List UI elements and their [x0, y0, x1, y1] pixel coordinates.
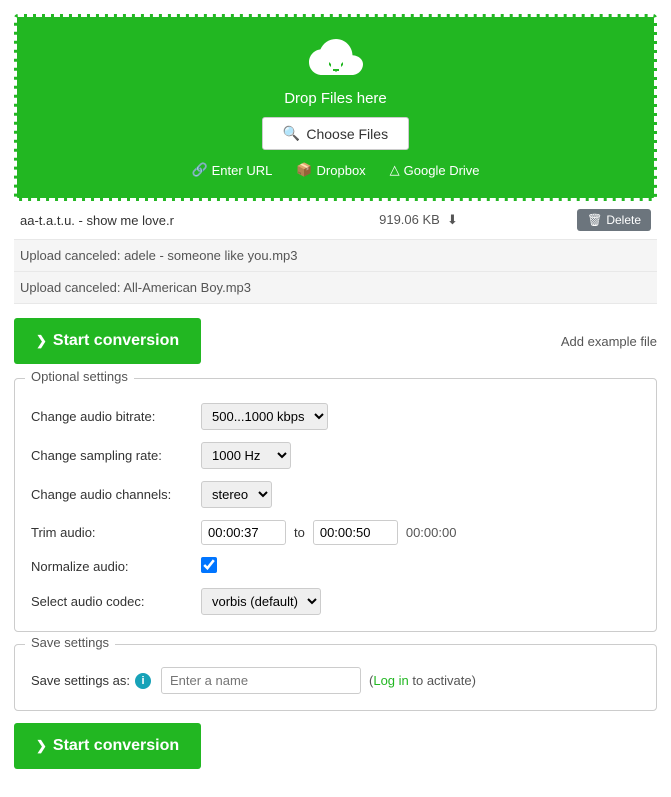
codec-select[interactable]: vorbis (default) mp3 aac flac: [201, 588, 321, 615]
optional-settings-legend: Optional settings: [25, 369, 134, 384]
save-settings-section: Save settings Save settings as: i (Log i…: [14, 644, 657, 711]
login-activate-text: (Log in to activate): [369, 673, 476, 688]
cloud-upload-icon: [37, 37, 634, 84]
delete-label: Delete: [606, 213, 641, 227]
bitrate-label: Change audio bitrate:: [31, 409, 201, 424]
bitrate-select[interactable]: 500...1000 kbps 128 kbps 256 kbps 320 kb…: [201, 403, 328, 430]
file-list: aa-t.a.t.u. - show me love.r 919.06 KB ⬇…: [14, 201, 657, 304]
google-drive-link[interactable]: △ Google Drive: [390, 162, 480, 178]
trim-to-label: to: [294, 525, 305, 540]
normalize-control[interactable]: [201, 557, 217, 576]
google-drive-icon: △: [390, 162, 400, 178]
trim-control: to 00:00:00: [201, 520, 456, 545]
channels-row: Change audio channels: stereo mono: [31, 481, 640, 508]
start-conversion-label: Start conversion: [53, 332, 179, 350]
save-settings-label: Save settings as: i: [31, 673, 161, 689]
login-link[interactable]: Log in: [373, 673, 408, 688]
sampling-select[interactable]: 1000 Hz 22050 Hz 44100 Hz 48000 Hz: [201, 442, 291, 469]
bitrate-row: Change audio bitrate: 500...1000 kbps 12…: [31, 403, 640, 430]
channels-label: Change audio channels:: [31, 487, 201, 502]
link-icon: 🔗: [191, 162, 207, 178]
drop-links: 🔗 Enter URL 📦 Dropbox △ Google Drive: [37, 162, 634, 178]
google-drive-label: Google Drive: [404, 163, 480, 178]
normalize-row: Normalize audio:: [31, 557, 640, 576]
search-icon: 🔍: [283, 125, 300, 142]
codec-control[interactable]: vorbis (default) mp3 aac flac: [201, 588, 321, 615]
dropbox-label: Dropbox: [317, 163, 366, 178]
bitrate-control[interactable]: 500...1000 kbps 128 kbps 256 kbps 320 kb…: [201, 403, 328, 430]
trash-icon: 🗑: [587, 213, 602, 227]
chevron-right-icon: ❯: [36, 333, 47, 349]
save-label-text: Save settings as:: [31, 673, 130, 688]
bottom-bar: ❯ Start conversion: [14, 723, 657, 769]
save-row: Save settings as: i (Log in to activate): [31, 667, 640, 694]
normalize-checkbox[interactable]: [201, 557, 217, 573]
table-row: aa-t.a.t.u. - show me love.r 919.06 KB ⬇…: [14, 201, 657, 240]
trim-row: Trim audio: to 00:00:00: [31, 520, 640, 545]
trim-end-input[interactable]: [313, 520, 398, 545]
conversion-bar: ❯ Start conversion Add example file: [14, 318, 657, 364]
cancelled-message-1: Upload canceled: adele - someone like yo…: [20, 248, 298, 263]
delete-button[interactable]: 🗑 Delete: [577, 209, 651, 231]
bottom-start-conversion-label: Start conversion: [53, 737, 179, 755]
normalize-label: Normalize audio:: [31, 559, 201, 574]
trim-start-input[interactable]: [201, 520, 286, 545]
trim-duration: 00:00:00: [406, 525, 457, 540]
cancelled-message-2: Upload canceled: All-American Boy.mp3: [20, 280, 251, 295]
save-settings-legend: Save settings: [25, 635, 115, 650]
channels-control[interactable]: stereo mono: [201, 481, 272, 508]
sampling-label: Change sampling rate:: [31, 448, 201, 463]
file-size: 919.06 KB ⬇: [260, 212, 577, 228]
dropbox-icon: 📦: [296, 162, 312, 178]
add-example-link[interactable]: Add example file: [561, 334, 657, 349]
drop-files-text: Drop Files here: [37, 90, 634, 107]
info-icon[interactable]: i: [135, 673, 151, 689]
sampling-row: Change sampling rate: 1000 Hz 22050 Hz 4…: [31, 442, 640, 469]
list-item: Upload canceled: adele - someone like yo…: [14, 240, 657, 272]
dropbox-link[interactable]: 📦 Dropbox: [296, 162, 365, 178]
sampling-control[interactable]: 1000 Hz 22050 Hz 44100 Hz 48000 Hz: [201, 442, 291, 469]
enter-url-link[interactable]: 🔗 Enter URL: [191, 162, 272, 178]
channels-select[interactable]: stereo mono: [201, 481, 272, 508]
drop-zone[interactable]: Drop Files here 🔍 Choose Files 🔗 Enter U…: [14, 14, 657, 201]
trim-label: Trim audio:: [31, 525, 201, 540]
start-conversion-button[interactable]: ❯ Start conversion: [14, 318, 201, 364]
add-example-label: Add example file: [561, 334, 657, 349]
choose-files-label: Choose Files: [306, 126, 388, 142]
codec-row: Select audio codec: vorbis (default) mp3…: [31, 588, 640, 615]
bottom-chevron-right-icon: ❯: [36, 738, 47, 754]
bottom-start-conversion-button[interactable]: ❯ Start conversion: [14, 723, 201, 769]
codec-label: Select audio codec:: [31, 594, 201, 609]
optional-settings-section: Optional settings Change audio bitrate: …: [14, 378, 657, 632]
save-name-input[interactable]: [161, 667, 361, 694]
list-item: Upload canceled: All-American Boy.mp3: [14, 272, 657, 304]
choose-files-button[interactable]: 🔍 Choose Files: [262, 117, 409, 150]
enter-url-label: Enter URL: [212, 163, 273, 178]
file-name: aa-t.a.t.u. - show me love.r: [20, 213, 260, 228]
